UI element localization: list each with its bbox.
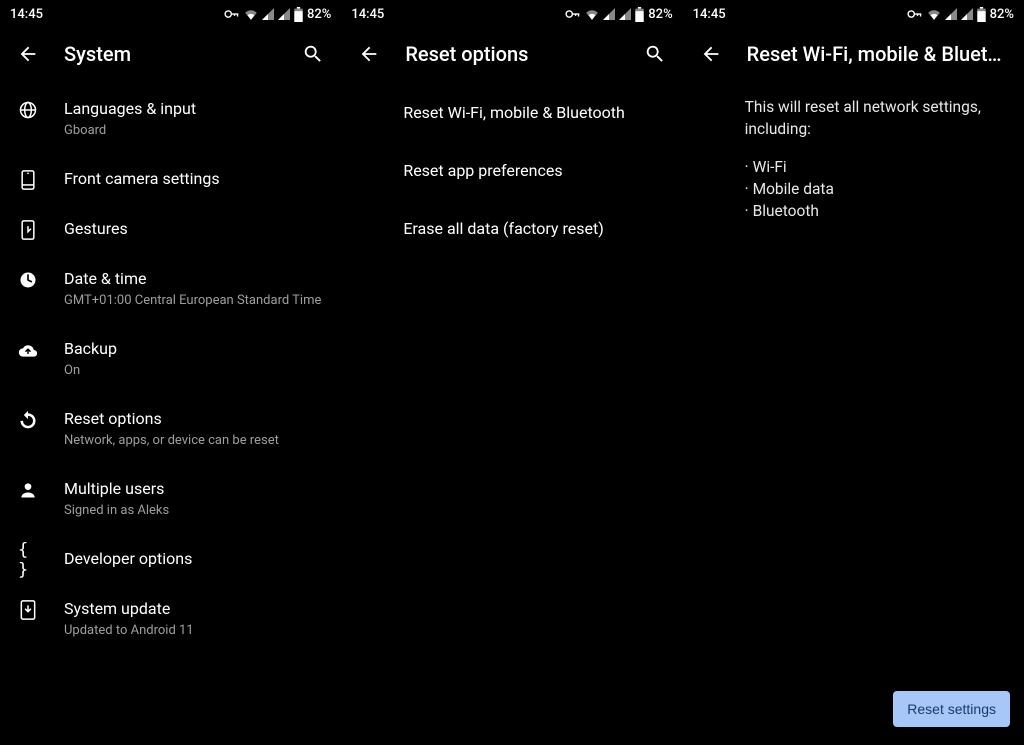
page-title: System xyxy=(64,42,277,66)
status-time: 14:45 xyxy=(693,7,726,22)
app-bar: Reset options xyxy=(341,28,682,78)
item-title: Reset options xyxy=(64,408,323,430)
item-subtitle: Network, apps, or device can be reset xyxy=(64,432,323,450)
body-text: This will reset all network settings, in… xyxy=(683,78,1024,222)
item-title: Front camera settings xyxy=(64,168,323,190)
reset-options-list: Reset Wi-Fi, mobile & Bluetooth Reset app… xyxy=(341,78,682,745)
item-title: Date & time xyxy=(64,268,323,290)
cloud-up-icon xyxy=(18,340,38,360)
settings-item[interactable]: Languages & input Gboard xyxy=(0,84,341,154)
status-bar: 14:45 82% xyxy=(683,0,1024,28)
item-title: Reset Wi-Fi, mobile & Bluetooth xyxy=(403,102,624,124)
reset-settings-button[interactable]: Reset settings xyxy=(893,691,1010,727)
settings-item[interactable]: { } Developer options xyxy=(0,534,341,584)
braces-icon: { } xyxy=(18,550,38,570)
bullet-item: Mobile data xyxy=(745,178,1002,200)
item-title: Erase all data (factory reset) xyxy=(403,218,603,240)
back-button[interactable] xyxy=(699,42,723,66)
status-bar: 14:45 82% xyxy=(341,0,682,28)
signal-2-icon xyxy=(619,8,631,20)
battery-icon xyxy=(294,7,303,22)
signal-1-icon xyxy=(945,8,957,20)
globe-icon xyxy=(18,100,38,120)
bullet-item: Bluetooth xyxy=(745,200,1002,222)
page-title: Reset options xyxy=(405,42,618,66)
person-icon xyxy=(18,480,38,500)
item-subtitle: Gboard xyxy=(64,122,323,140)
screen-system: 14:45 82% System Languages & input Gboard… xyxy=(0,0,341,745)
status-time: 14:45 xyxy=(351,7,384,22)
item-subtitle: Signed in as Aleks xyxy=(64,502,323,520)
screen-reset-options: 14:45 82% Reset options Reset Wi-Fi, mob… xyxy=(341,0,682,745)
settings-item[interactable]: Date & time GMT+01:00 Central European St… xyxy=(0,254,341,324)
update-icon xyxy=(18,600,38,620)
status-right: 82% xyxy=(907,7,1014,22)
app-bar: Reset Wi-Fi, mobile & Blueto… xyxy=(683,28,1024,78)
wifi-icon xyxy=(585,8,599,20)
signal-1-icon xyxy=(262,8,274,20)
clock-icon xyxy=(18,270,38,290)
signal-1-icon xyxy=(603,8,615,20)
reset-option-item[interactable]: Erase all data (factory reset) xyxy=(341,200,682,258)
reset-option-item[interactable]: Reset Wi-Fi, mobile & Bluetooth xyxy=(341,84,682,142)
reset-icon xyxy=(18,410,38,430)
settings-item[interactable]: Front camera settings xyxy=(0,154,341,204)
search-button[interactable] xyxy=(643,42,667,66)
status-time: 14:45 xyxy=(10,7,43,22)
settings-item[interactable]: Multiple users Signed in as Aleks xyxy=(0,464,341,534)
phone-front-icon xyxy=(18,170,38,190)
search-button[interactable] xyxy=(301,42,325,66)
bullet-list: Wi-FiMobile dataBluetooth xyxy=(745,156,1002,222)
item-subtitle: On xyxy=(64,362,323,380)
item-title: Backup xyxy=(64,338,323,360)
bullet-item: Wi-Fi xyxy=(745,156,1002,178)
status-bar: 14:45 82% xyxy=(0,0,341,28)
battery-pct: 82% xyxy=(990,7,1014,22)
settings-item[interactable]: System update Updated to Android 11 xyxy=(0,584,341,654)
vpn-key-icon xyxy=(565,9,581,19)
status-right: 82% xyxy=(565,7,672,22)
screen-reset-network: 14:45 82% Reset Wi-Fi, mobile & Blueto… … xyxy=(683,0,1024,745)
item-title: Gestures xyxy=(64,218,323,240)
battery-icon xyxy=(977,7,986,22)
settings-item[interactable]: Reset options Network, apps, or device ca… xyxy=(0,394,341,464)
settings-list: Languages & input Gboard Front camera sett… xyxy=(0,78,341,745)
battery-pct: 82% xyxy=(307,7,331,22)
battery-pct: 82% xyxy=(648,7,672,22)
vpn-key-icon xyxy=(907,9,923,19)
item-title: System update xyxy=(64,598,323,620)
item-title: Multiple users xyxy=(64,478,323,500)
gesture-icon xyxy=(18,220,38,240)
item-subtitle: Updated to Android 11 xyxy=(64,622,323,640)
page-title: Reset Wi-Fi, mobile & Blueto… xyxy=(747,42,1008,66)
battery-icon xyxy=(635,7,644,22)
item-title: Developer options xyxy=(64,548,323,570)
item-title: Languages & input xyxy=(64,98,323,120)
app-bar: System xyxy=(0,28,341,78)
wifi-icon xyxy=(927,8,941,20)
settings-item[interactable]: Gestures xyxy=(0,204,341,254)
signal-2-icon xyxy=(278,8,290,20)
back-button[interactable] xyxy=(16,42,40,66)
signal-2-icon xyxy=(961,8,973,20)
intro-text: This will reset all network settings, in… xyxy=(745,96,1002,140)
item-subtitle: GMT+01:00 Central European Standard Time xyxy=(64,292,323,310)
item-title: Reset app preferences xyxy=(403,160,562,182)
reset-option-item[interactable]: Reset app preferences xyxy=(341,142,682,200)
back-button[interactable] xyxy=(357,42,381,66)
status-right: 82% xyxy=(224,7,331,22)
wifi-icon xyxy=(244,8,258,20)
vpn-key-icon xyxy=(224,9,240,19)
settings-item[interactable]: Backup On xyxy=(0,324,341,394)
